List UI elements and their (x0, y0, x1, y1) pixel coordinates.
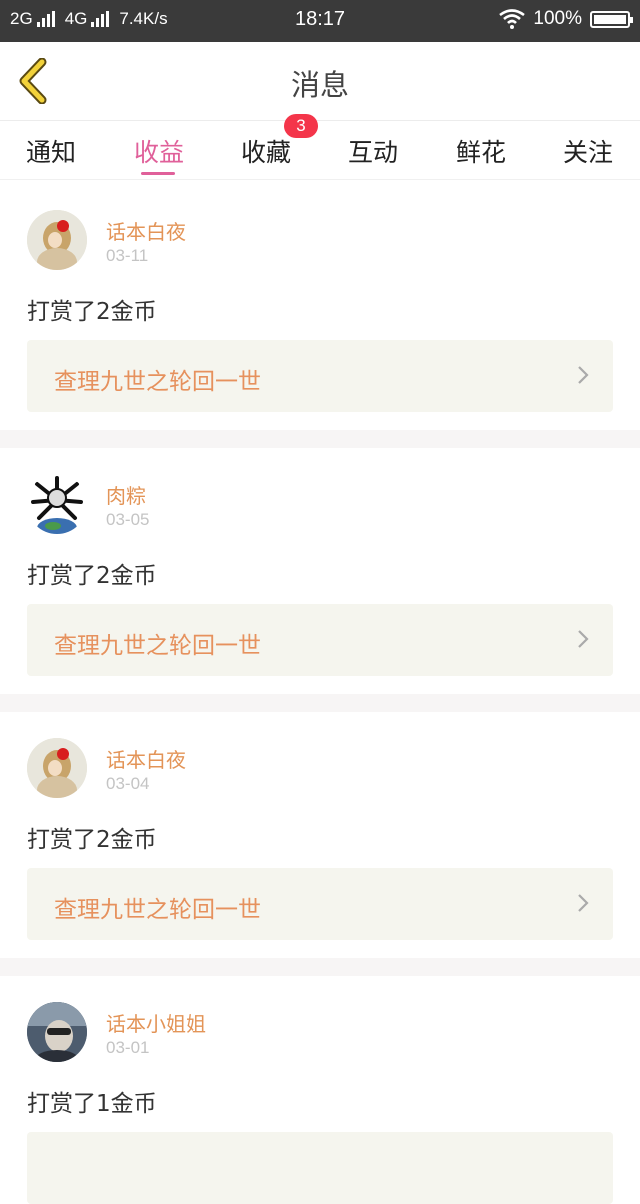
reward-message: 打赏了2金币 (27, 827, 157, 853)
reward-message: 打赏了1金币 (27, 1091, 157, 1117)
book-link-card[interactable]: 查理九世之轮回一世 (27, 340, 613, 412)
page-title: 消息 (290, 68, 349, 102)
book-link-card[interactable] (27, 1132, 613, 1204)
tab-flowers[interactable]: 鲜花 (456, 133, 506, 169)
post-date: 03-05 (106, 510, 150, 529)
avatar[interactable] (27, 1002, 87, 1062)
divider (0, 958, 640, 976)
reward-message: 打赏了2金币 (27, 563, 157, 589)
favorites-badge: 3 (284, 114, 318, 138)
post-date: 03-04 (106, 774, 150, 793)
book-link-card[interactable]: 查理九世之轮回一世 (27, 868, 613, 940)
tab-favorites[interactable]: 收藏 (241, 133, 291, 169)
tab-interaction[interactable]: 互动 (348, 133, 398, 169)
avatar-image (27, 474, 87, 534)
tab-earnings[interactable]: 收益 (134, 133, 184, 169)
divider (0, 430, 640, 448)
user-name[interactable]: 话本白夜 (106, 216, 186, 245)
post-date: 03-11 (106, 246, 149, 265)
divider (0, 694, 640, 712)
avatar-image (27, 210, 87, 270)
post-date: 03-01 (106, 1038, 150, 1057)
user-name[interactable]: 话本白夜 (106, 744, 186, 773)
avatar[interactable] (27, 738, 87, 798)
avatar[interactable] (27, 474, 87, 534)
nav-header: 消息 (0, 42, 640, 121)
battery-percent: 100% (533, 8, 582, 29)
wifi-icon (499, 9, 526, 29)
active-tab-indicator (141, 172, 175, 175)
avatar[interactable] (27, 210, 87, 270)
chevron-right-icon (578, 366, 589, 384)
chevron-right-icon (578, 630, 589, 648)
battery-icon (590, 10, 633, 28)
reward-message: 打赏了2金币 (27, 299, 157, 325)
chevron-right-icon (578, 894, 589, 912)
book-title: 查理九世之轮回一世 (54, 897, 261, 923)
status-bar: 2G 4G 7.4K/s 18:17 100% (0, 0, 640, 42)
tab-notice[interactable]: 通知 (26, 133, 76, 169)
book-link-card[interactable]: 查理九世之轮回一世 (27, 604, 613, 676)
user-name[interactable]: 话本小姐姐 (106, 1008, 206, 1037)
user-name[interactable]: 肉粽 (106, 480, 146, 509)
battery-fill (594, 14, 626, 24)
book-title: 查理九世之轮回一世 (54, 633, 261, 659)
tab-follow[interactable]: 关注 (563, 133, 613, 169)
avatar-image (27, 738, 87, 798)
tab-bar: 通知 收益 收藏 互动 鲜花 关注 (0, 121, 640, 180)
avatar-image (27, 1002, 87, 1062)
book-title: 查理九世之轮回一世 (54, 369, 261, 395)
